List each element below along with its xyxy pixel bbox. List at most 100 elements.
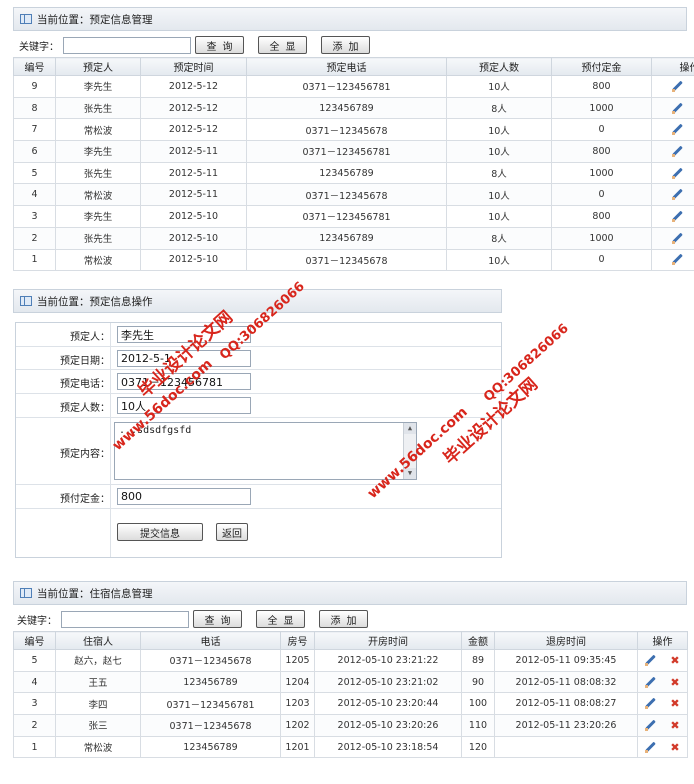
count-input[interactable]: 10人 — [117, 397, 251, 414]
table-row: 1 常松波 123456789 1201 2012-05-10 23:18:54 120 ✖ — [13, 735, 688, 759]
add-button[interactable]: 添加 — [321, 36, 370, 54]
row-actions: ✖ — [651, 75, 694, 98]
show-all-button[interactable]: 全显 — [258, 36, 307, 54]
table-cell: 王五 — [55, 670, 141, 694]
search-bar: 关键字： 查询 全显 添加 — [19, 34, 370, 56]
edit-icon[interactable] — [645, 698, 656, 710]
table-row: 5张先生2012-5-111234567898人1000✖ — [13, 161, 694, 185]
table-cell: 2012-05-10 23:21:02 — [314, 670, 462, 694]
column-header: 预定时间 — [140, 57, 247, 76]
table-cell: 常松波 — [55, 735, 141, 759]
table-cell: 10人 — [446, 248, 552, 272]
edit-icon[interactable] — [645, 677, 656, 688]
table-cell: 0371－12345678 — [140, 649, 281, 672]
edit-icon[interactable] — [672, 168, 683, 179]
table-cell: 1204 — [280, 670, 315, 694]
table-cell: 常松波 — [55, 118, 141, 142]
table-cell: 123456789 — [246, 96, 447, 120]
edit-icon[interactable] — [672, 81, 683, 92]
column-header: 预定人 — [55, 57, 141, 76]
table-cell: 0 — [551, 118, 652, 142]
edit-icon[interactable] — [672, 146, 683, 157]
edit-icon[interactable] — [672, 211, 683, 222]
table-cell: 0371－12345678 — [246, 183, 447, 207]
table-cell: 2012-05-10 23:18:54 — [314, 735, 462, 759]
scroll-up-icon[interactable]: ▲ — [404, 423, 416, 434]
delete-icon[interactable]: ✖ — [670, 698, 679, 709]
content-label: 预定内容： — [60, 449, 110, 460]
table-cell: 2012-5-11 — [140, 183, 247, 207]
edit-icon[interactable] — [645, 742, 656, 753]
keyword-input[interactable] — [63, 36, 191, 54]
table-cell: 800 — [551, 205, 652, 228]
table-cell: 李先生 — [55, 140, 141, 163]
table-cell: 0371－12345678 — [140, 714, 281, 737]
show-all-button[interactable]: 全显 — [256, 610, 305, 628]
table-cell: 4 — [13, 670, 56, 694]
edit-icon[interactable] — [645, 655, 656, 666]
keyword-input[interactable] — [61, 610, 189, 628]
edit-icon[interactable] — [672, 103, 683, 114]
table-cell: 8人 — [446, 96, 552, 120]
query-button[interactable]: 查询 — [193, 610, 242, 628]
breadcrumb: 当前位置：预定信息管理 — [37, 13, 153, 26]
table-cell: 7 — [13, 118, 56, 142]
delete-icon[interactable]: ✖ — [670, 742, 679, 753]
column-header: 编号 — [13, 57, 56, 76]
table-cell: 0371－123456781 — [246, 75, 447, 98]
column-header: 电话 — [140, 631, 281, 650]
add-button[interactable]: 添加 — [319, 610, 368, 628]
table-row: 2张先生2012-5-101234567898人1000✖ — [13, 226, 694, 250]
panel-title-reservation-edit: 当前位置：预定信息操作 — [13, 289, 502, 313]
table-cell: 2012-05-10 23:20:44 — [314, 692, 462, 716]
table-row: 7常松波2012-5-120371－1234567810人0✖ — [13, 118, 694, 142]
back-button[interactable]: 返回 — [216, 523, 248, 541]
table-cell: 2012-05-10 23:20:26 — [314, 714, 462, 737]
table-row: 4常松波2012-5-110371－1234567810人0✖ — [13, 183, 694, 207]
column-header: 预定电话 — [246, 57, 447, 76]
edit-icon[interactable] — [672, 189, 683, 201]
query-button[interactable]: 查询 — [195, 36, 244, 54]
table-cell: 1 — [13, 735, 56, 759]
edit-icon[interactable] — [672, 124, 683, 136]
deposit-input[interactable]: 800 — [117, 488, 251, 505]
person-label: 预定人： — [70, 332, 110, 343]
row-actions: ✖ — [651, 226, 694, 250]
edit-icon[interactable] — [672, 233, 683, 244]
delete-icon[interactable]: ✖ — [670, 677, 679, 688]
table-cell: 0 — [551, 248, 652, 272]
column-header: 预付定金 — [551, 57, 652, 76]
table-cell: 2012-5-12 — [140, 96, 247, 120]
table-cell: 800 — [551, 75, 652, 98]
delete-icon[interactable]: ✖ — [670, 655, 679, 666]
table-cell: 0371－12345678 — [246, 248, 447, 272]
table-cell: 2 — [13, 714, 56, 737]
table-cell: 123456789 — [246, 226, 447, 250]
form-row-date: 预定日期： 2012-5-1 — [16, 347, 501, 370]
table-cell: 123456789 — [140, 735, 281, 759]
table-cell: 4 — [13, 183, 56, 207]
table-cell: 赵六，赵七 — [55, 649, 141, 672]
form-row-count: 预定人数： 10人 — [16, 394, 501, 418]
table-cell: 10人 — [446, 205, 552, 228]
form-row-actions: 提交信息 返回 — [16, 509, 501, 557]
table-cell: 0 — [551, 183, 652, 207]
table-cell: 100 — [461, 692, 495, 716]
column-header: 操作 — [651, 57, 694, 76]
table-row: 3 李四 0371－123456781 1203 2012-05-10 23:20:44… — [13, 692, 688, 716]
edit-icon[interactable] — [672, 254, 683, 266]
row-actions: ✖ — [637, 670, 688, 694]
table-cell: 10人 — [446, 183, 552, 207]
table-cell: 2012-5-10 — [140, 248, 247, 272]
table-cell: 10人 — [446, 75, 552, 98]
form-row-deposit: 预付定金： 800 — [16, 485, 501, 509]
table-cell: 110 — [461, 714, 495, 737]
table-row: 8张先生2012-5-121234567898人1000✖ — [13, 96, 694, 120]
delete-icon[interactable]: ✖ — [670, 720, 679, 731]
table-row: 9李先生2012-5-120371－12345678110人800✖ — [13, 75, 694, 98]
submit-button[interactable]: 提交信息 — [117, 523, 203, 541]
table-cell: 2012-5-10 — [140, 205, 247, 228]
table-cell: 1202 — [280, 714, 315, 737]
content-textarea[interactable]: ...sdsdfgsfd ▲ ▼ — [114, 422, 417, 480]
edit-icon[interactable] — [645, 720, 656, 731]
